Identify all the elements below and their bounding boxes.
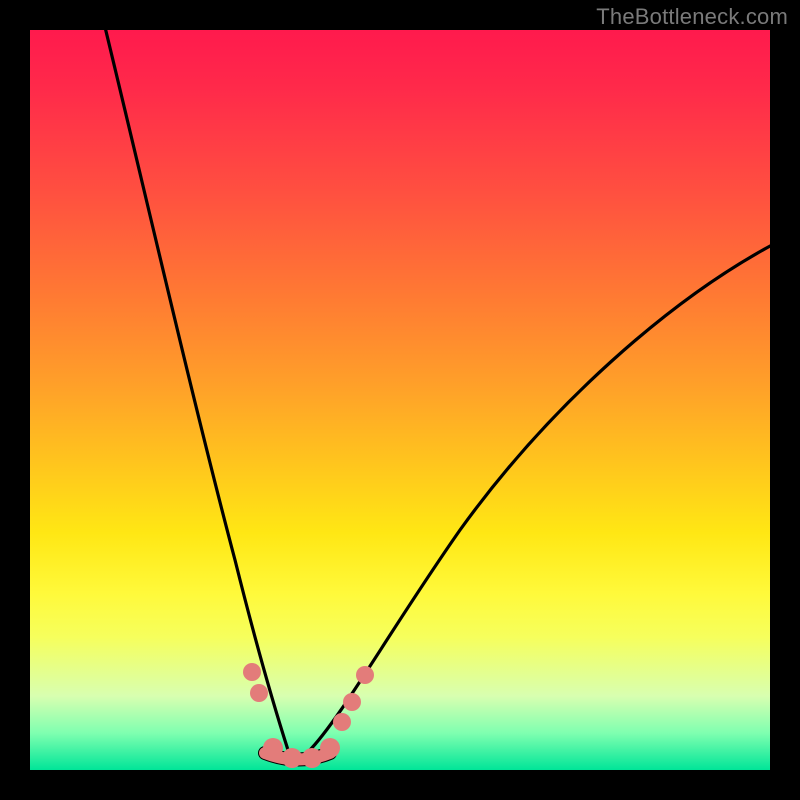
bead-right-upper bbox=[356, 666, 374, 684]
frame-left bbox=[0, 0, 30, 800]
bead-floor-4 bbox=[320, 738, 340, 758]
bead-floor-1 bbox=[263, 738, 283, 758]
bead-floor-3 bbox=[302, 748, 322, 768]
frame-right bbox=[770, 0, 800, 800]
bead-floor-2 bbox=[282, 748, 302, 768]
chart-svg bbox=[30, 30, 770, 770]
bead-right-mid bbox=[343, 693, 361, 711]
watermark-text: TheBottleneck.com bbox=[596, 4, 788, 30]
curve-left bbox=[96, 0, 288, 750]
frame-bottom bbox=[0, 770, 800, 800]
curve-right bbox=[308, 245, 772, 752]
bead-left-upper bbox=[243, 663, 261, 681]
bead-left-lower bbox=[250, 684, 268, 702]
bead-right-lower bbox=[333, 713, 351, 731]
